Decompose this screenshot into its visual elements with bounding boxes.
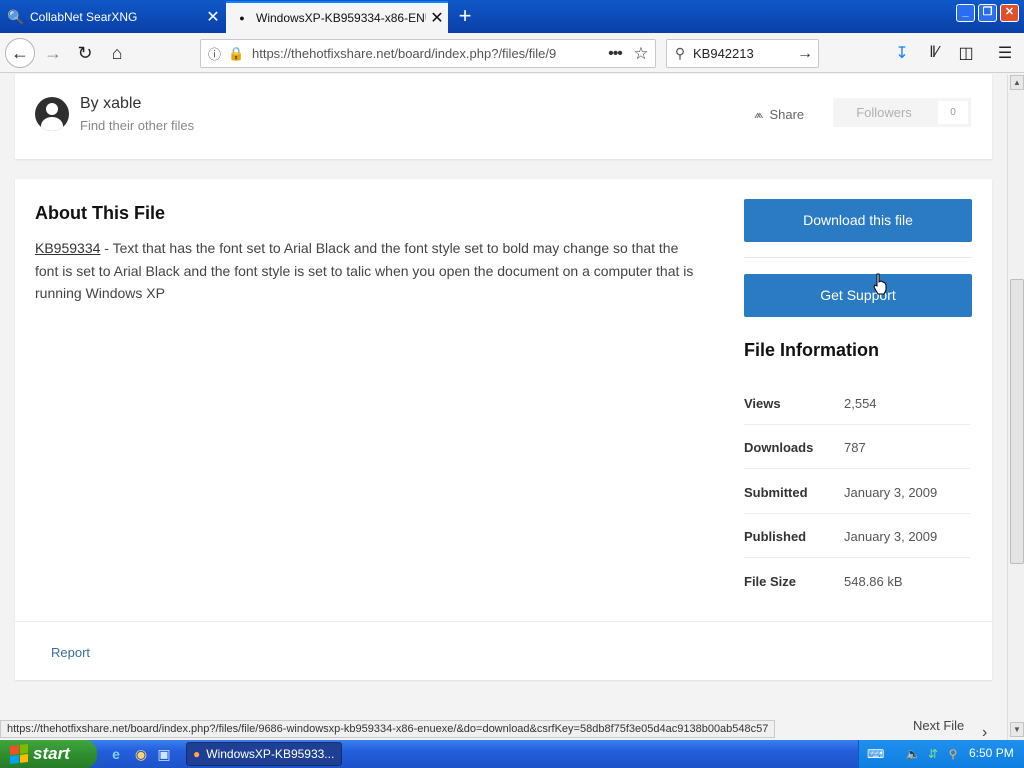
start-button[interactable]: start [0, 740, 97, 768]
followers-button[interactable]: Followers 0 [833, 98, 971, 127]
info-row-submitted: Submitted January 3, 2009 [744, 470, 970, 514]
author-name: By xable [80, 95, 142, 112]
info-value: 2,554 [844, 396, 877, 411]
share-button[interactable]: ⩕ Share [754, 107, 804, 122]
tab-bar: 🔍 CollabNet SearXNG ✕ ● WindowsXP-KB9593… [0, 0, 1024, 33]
scroll-down-arrow-icon[interactable]: ▼ [1010, 722, 1024, 737]
search-icon: ⚲ [674, 45, 686, 61]
status-bar-url: https://thehotfixshare.net/board/index.p… [0, 720, 776, 738]
minimize-window-button[interactable]: _ [956, 4, 975, 22]
download-file-button[interactable]: Download this file [744, 199, 972, 242]
info-row-downloads: Downloads 787 [744, 425, 970, 469]
show-desktop-icon[interactable]: ▣ [154, 744, 174, 764]
windows-flag-icon [10, 744, 28, 764]
tab-label: CollabNet SearXNG [30, 10, 138, 24]
home-icon[interactable]: ⌂ [102, 38, 132, 68]
info-value: January 3, 2009 [844, 529, 938, 544]
network-icon[interactable]: ⇵ [925, 746, 941, 762]
author-card: By xable Find their other files ⩕ Share … [15, 74, 992, 159]
scrollbar-thumb[interactable] [1010, 279, 1024, 564]
divider [15, 621, 992, 622]
page-favicon-icon: ● [239, 13, 245, 23]
bookmark-star-icon[interactable]: ☆ [627, 44, 655, 64]
media-player-icon[interactable]: ◉ [131, 744, 151, 764]
file-details-card: About This File KB959334 - Text that has… [15, 179, 992, 680]
about-title: About This File [35, 203, 165, 223]
vertical-scrollbar[interactable]: ▲ ▼ [1007, 74, 1024, 740]
start-label: start [33, 744, 70, 763]
next-file-link[interactable]: Next File [913, 718, 964, 733]
page-viewport: By xable Find their other files ⩕ Share … [0, 74, 1007, 740]
keyboard-icon[interactable]: ⌨ [867, 746, 884, 762]
close-window-button[interactable]: ✕ [1000, 4, 1019, 22]
get-support-button[interactable]: Get Support [744, 274, 972, 317]
firefox-icon: ● [193, 747, 201, 761]
tab-collabnet-searxng[interactable]: 🔍 CollabNet SearXNG ✕ [0, 1, 224, 33]
close-tab-icon[interactable]: ✕ [202, 7, 224, 27]
info-key: File Size [744, 574, 797, 589]
page-actions-dots-icon[interactable]: ••• [603, 45, 627, 63]
taskbar-window-button[interactable]: ● WindowsXP-KB95933... [186, 742, 342, 766]
info-row-published: Published January 3, 2009 [744, 514, 970, 558]
windows-taskbar: start e ◉ ▣ ● WindowsXP-KB95933... ⌨ 🔈 ⇵… [0, 740, 1024, 768]
info-value: 787 [844, 440, 866, 455]
find-other-files-link[interactable]: Find their other files [80, 118, 194, 133]
info-key: Published [744, 529, 807, 544]
file-information-title: File Information [744, 340, 879, 360]
info-key: Views [744, 396, 781, 411]
info-value: 548.86 kB [844, 574, 903, 589]
tab-label: WindowsXP-KB959334-x86-ENU.e [256, 11, 426, 25]
reload-icon[interactable]: ↻ [70, 38, 100, 68]
sidebar-toggle-icon[interactable]: ◫ [954, 41, 978, 65]
forward-arrow-icon[interactable]: → [38, 38, 68, 68]
url-text[interactable]: https://thehotfixshare.net/board/index.p… [246, 46, 603, 61]
share-icon: ⩕ [754, 107, 764, 121]
taskbar-window-label: WindowsXP-KB95933... [206, 747, 335, 761]
search-icon[interactable]: ⚲ [945, 746, 961, 762]
followers-count: 0 [935, 98, 971, 127]
kb-link[interactable]: KB959334 [35, 240, 100, 256]
info-row-file-size: File Size 548.86 kB [744, 559, 970, 603]
info-circle-icon[interactable]: ⓘ [208, 44, 228, 63]
about-description: KB959334 - Text that has the font set to… [35, 237, 695, 305]
info-key: Submitted [744, 485, 808, 500]
speaker-icon[interactable]: 🔈 [905, 746, 921, 762]
share-label: Share [769, 107, 805, 122]
restore-window-button[interactable]: ❐ [978, 4, 997, 22]
about-body-text: - Text that has the font set to Arial Bl… [35, 240, 694, 301]
report-link[interactable]: Report [51, 645, 90, 660]
info-value: January 3, 2009 [844, 485, 938, 500]
followers-label: Followers [856, 105, 912, 120]
avatar-body-shape [41, 117, 63, 131]
divider [744, 257, 972, 258]
chevron-right-icon[interactable]: › [982, 724, 987, 740]
clock: 6:50 PM [969, 746, 1014, 760]
hamburger-menu-icon[interactable]: ☰ [993, 41, 1017, 65]
library-icon[interactable]: ‖⁄ [922, 41, 946, 65]
search-query-text[interactable]: KB942213 [693, 46, 792, 61]
hand-pointer-cursor-icon [873, 273, 887, 295]
internet-explorer-icon[interactable]: e [106, 744, 126, 764]
new-tab-plus-icon[interactable]: + [452, 4, 478, 30]
scroll-up-arrow-icon[interactable]: ▲ [1010, 75, 1024, 90]
back-arrow-icon[interactable]: ← [5, 38, 35, 68]
search-bar[interactable]: ⚲ KB942213 → [666, 39, 819, 68]
downloads-arrow-icon[interactable]: ↧ [890, 41, 914, 65]
navigation-toolbar: ← → ↻ ⌂ ⓘ 🔒 https://thehotfixshare.net/b… [0, 33, 1024, 73]
avatar-head-shape [46, 103, 58, 115]
url-bar[interactable]: ⓘ 🔒 https://thehotfixshare.net/board/ind… [200, 39, 656, 68]
close-tab-icon[interactable]: ✕ [426, 8, 448, 28]
padlock-icon[interactable]: 🔒 [228, 46, 246, 62]
searxng-favicon-icon: 🔍 [7, 8, 25, 25]
search-go-arrow-icon[interactable]: → [792, 45, 818, 63]
info-row-views: Views 2,554 [744, 381, 970, 425]
avatar[interactable] [35, 97, 69, 131]
tab-windowsxp-kb959334[interactable]: ● WindowsXP-KB959334-x86-ENU.e ✕ [226, 1, 448, 33]
info-key: Downloads [744, 440, 814, 455]
system-tray: ⌨ 🔈 ⇵ ⚲ 6:50 PM [858, 740, 1024, 768]
